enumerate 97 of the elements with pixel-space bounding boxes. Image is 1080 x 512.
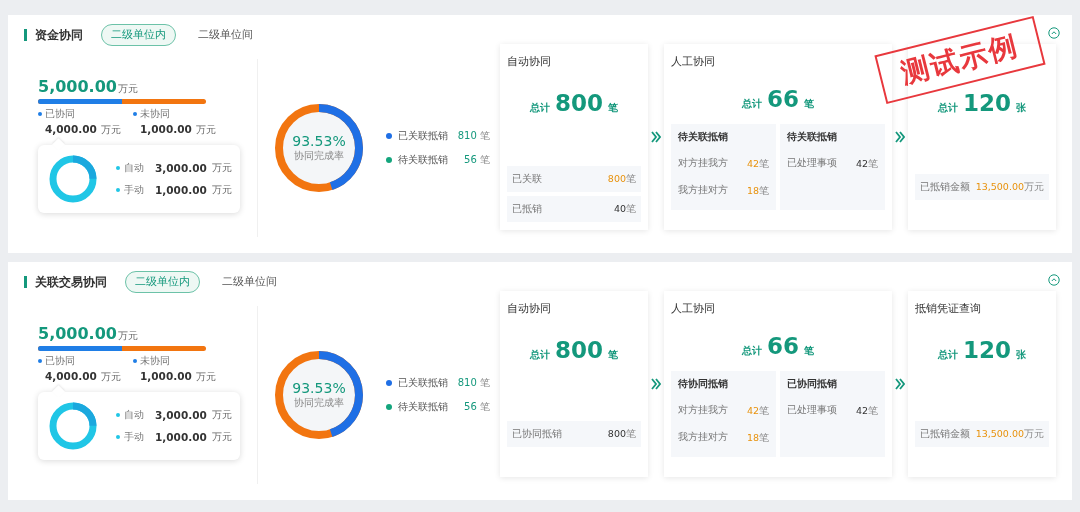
unit-text: 笔: [759, 432, 769, 443]
total-label: 总计: [938, 348, 958, 362]
legend-label: 已协同: [38, 107, 133, 121]
ring-chart-icon: [48, 401, 98, 451]
value-text: 40: [613, 203, 626, 214]
section-title: 资金协同: [24, 29, 83, 41]
value-text: 800: [607, 428, 626, 439]
unit-text: 笔: [626, 203, 636, 214]
rate-label: 协同完成率: [294, 396, 344, 410]
count-text: 56 笔: [463, 153, 490, 167]
group-title: 已协同抵销: [787, 378, 838, 391]
legend-label: 未协同: [133, 354, 228, 368]
tab[interactable]: 二级单位间: [212, 271, 287, 293]
breakdown-text: 自动 3,000.00 万元: [116, 408, 232, 422]
legend-label: 待关联抵销: [398, 400, 448, 414]
collapse-icon[interactable]: [1048, 274, 1060, 286]
rate-label: 协同完成率: [294, 149, 344, 163]
unit-text: 万元: [1024, 428, 1044, 439]
row-label: 已抵销: [512, 202, 542, 216]
value-text: 13,500.00: [975, 181, 1024, 192]
row-label: 对方挂我方: [678, 157, 728, 170]
total-number: 66: [767, 333, 799, 359]
group-title: 待协同抵销: [678, 378, 729, 391]
breakdown-text: 手动 1,000.00 万元: [116, 183, 232, 197]
total-number: 800: [555, 337, 603, 363]
unit-text: 笔: [868, 158, 878, 169]
total-number: 800: [555, 90, 603, 116]
legend-label: 已关联抵销: [398, 376, 448, 390]
unit-text: 笔: [626, 428, 636, 439]
unit-text: 笔: [759, 185, 769, 196]
double-chevron-icon: [651, 378, 661, 390]
breakdown-text: 手动 1,000.00 万元: [116, 430, 232, 444]
unit-text: 笔: [626, 173, 636, 184]
total-label: 总计: [530, 101, 550, 115]
amount-text: 4,000.00 万元: [44, 123, 123, 137]
count-text: 56 笔: [463, 400, 490, 414]
double-chevron-icon: [895, 131, 905, 143]
tab[interactable]: 二级单位内: [101, 24, 176, 46]
row-label: 已抵销金额: [920, 180, 970, 194]
value-text: 18: [746, 185, 759, 196]
card-title: 自动协同: [507, 302, 551, 315]
total-amount: 5,000.00万元: [38, 77, 139, 96]
card-title: 抵销凭证查询: [915, 302, 981, 315]
row-label: 我方挂对方: [678, 431, 728, 444]
row-label: 已协同抵销: [512, 427, 562, 441]
total-unit: 笔: [804, 97, 814, 111]
row-label: 对方挂我方: [678, 404, 728, 417]
legend-label: 待关联抵销: [398, 153, 448, 167]
unit-text: 笔: [759, 405, 769, 416]
value-text: 18: [746, 432, 759, 443]
group-title: 待关联抵销: [787, 131, 838, 144]
count-text: 810 笔: [456, 376, 490, 390]
row-label: 已抵销金额: [920, 427, 970, 441]
value-text: 42: [746, 405, 759, 416]
total-unit: 笔: [804, 344, 814, 358]
section-title: 关联交易协同: [24, 276, 107, 288]
row-label: 已处理事项: [787, 404, 837, 417]
amount-text: 1,000.00 万元: [139, 370, 218, 384]
total-amount: 5,000.00万元: [38, 324, 139, 343]
double-chevron-icon: [895, 378, 905, 390]
group-title: 待关联抵销: [678, 131, 729, 144]
unit-text: 万元: [1024, 181, 1044, 192]
value-text: 42: [855, 158, 868, 169]
card-title: 人工协同: [671, 55, 715, 68]
legend-label: 未协同: [133, 107, 228, 121]
total-number: 66: [767, 86, 799, 112]
amount-text: 1,000.00 万元: [139, 123, 218, 137]
row-label: 已处理事项: [787, 157, 837, 170]
total-number: 120: [963, 337, 1011, 363]
value-text: 42: [855, 405, 868, 416]
total-label: 总计: [530, 348, 550, 362]
card-title: 人工协同: [671, 302, 715, 315]
tab[interactable]: 二级单位内: [125, 271, 200, 293]
legend-label: 已关联抵销: [398, 129, 448, 143]
amount-text: 4,000.00 万元: [44, 370, 123, 384]
double-chevron-icon: [651, 131, 661, 143]
total-label: 总计: [742, 97, 762, 111]
row-label: 我方挂对方: [678, 184, 728, 197]
value-text: 42: [746, 158, 759, 169]
legend-label: 已协同: [38, 354, 133, 368]
collapse-icon[interactable]: [1048, 27, 1060, 39]
count-text: 810 笔: [456, 129, 490, 143]
total-unit: 张: [1016, 348, 1026, 362]
total-unit: 笔: [608, 348, 618, 362]
tab[interactable]: 二级单位间: [188, 24, 263, 46]
ring-chart-icon: [48, 154, 98, 204]
rate-value: 93.53%: [292, 133, 346, 149]
rate-value: 93.53%: [292, 380, 346, 396]
breakdown-text: 自动 3,000.00 万元: [116, 161, 232, 175]
unit-text: 笔: [759, 158, 769, 169]
value-text: 13,500.00: [975, 428, 1024, 439]
row-label: 已关联: [512, 172, 542, 186]
value-text: 800: [607, 173, 626, 184]
total-label: 总计: [742, 344, 762, 358]
total-unit: 笔: [608, 101, 618, 115]
card-title: 自动协同: [507, 55, 551, 68]
unit-text: 笔: [868, 405, 878, 416]
